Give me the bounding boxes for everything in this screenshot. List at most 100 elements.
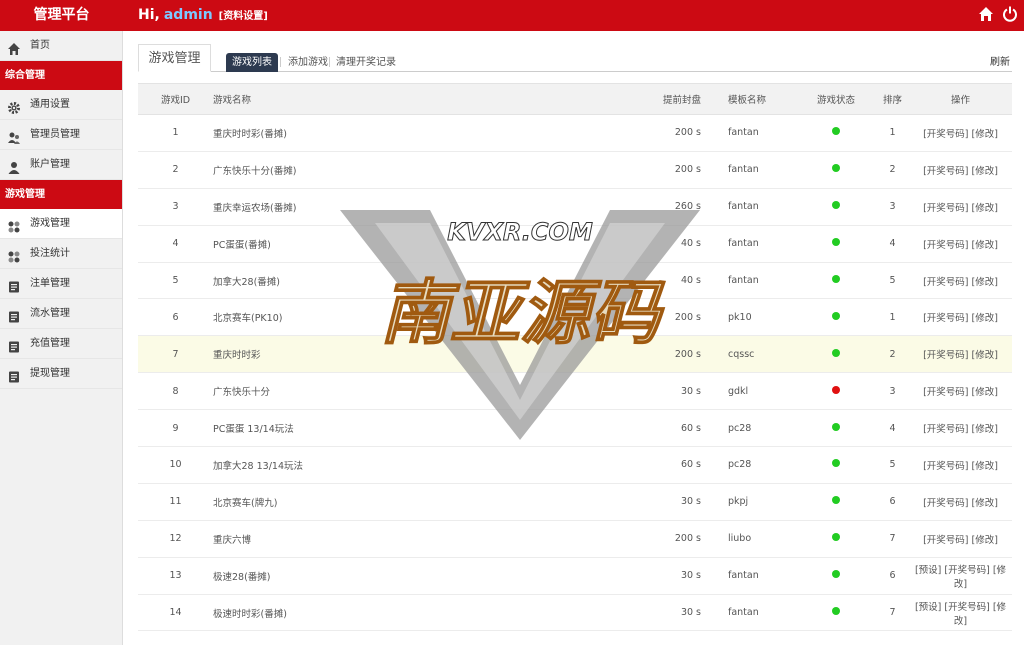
cell-template: cqssc: [701, 335, 796, 374]
cell-actions[interactable]: [开奖号码] [修改]: [909, 225, 1012, 263]
status-dot-icon[interactable]: [832, 459, 840, 468]
cell-close-time: 40 s: [641, 225, 701, 263]
cell-game-id: 12: [138, 520, 213, 558]
cell-actions[interactable]: [预设] [开奖号码] [修改]: [909, 594, 1012, 632]
home-icon[interactable]: [978, 6, 994, 22]
cell-actions[interactable]: [开奖号码] [修改]: [909, 483, 1012, 521]
cell-actions[interactable]: [开奖号码] [修改]: [909, 298, 1012, 337]
cell-game-name: 北京赛车(PK10): [213, 298, 641, 337]
status-dot-icon[interactable]: [832, 422, 840, 431]
cell-actions[interactable]: [开奖号码] [修改]: [909, 151, 1012, 189]
brand-title: 管理平台: [33, 7, 90, 23]
sidebar-item-account-management[interactable]: 账户管理: [0, 150, 122, 180]
refresh-link[interactable]: 刷新: [990, 53, 1010, 68]
subtab-add-game[interactable]: 添加游戏: [288, 53, 328, 72]
power-icon[interactable]: [1002, 6, 1018, 22]
status-dot-icon[interactable]: [832, 607, 840, 616]
cell-actions[interactable]: [开奖号码] [修改]: [909, 262, 1012, 300]
sidebar-item-bet-stats[interactable]: 投注统计: [0, 239, 122, 269]
cell-status[interactable]: [796, 262, 876, 300]
cell-game-id: 11: [138, 483, 213, 521]
sidebar-item-label: 通用设置: [30, 99, 70, 110]
list-icon: [7, 367, 21, 383]
cell-status[interactable]: [796, 594, 876, 632]
status-dot-icon[interactable]: [832, 385, 840, 394]
status-dot-icon[interactable]: [832, 311, 840, 320]
cell-sort: 7: [876, 520, 909, 558]
cell-game-id: 13: [138, 557, 213, 595]
cell-status[interactable]: [796, 114, 876, 152]
table-row: 1 重庆时时彩(番摊) 200 s fantan 1 [开奖号码] [修改]: [138, 114, 1012, 152]
cell-status[interactable]: [796, 335, 876, 374]
table-row: 10 加拿大28 13/14玩法 60 s pc28 5 [开奖号码] [修改]: [138, 446, 1012, 484]
cell-sort: 1: [876, 298, 909, 337]
sidebar-item-admin-management[interactable]: 管理员管理: [0, 120, 122, 150]
profile-settings-link[interactable]: [资料设置]: [219, 11, 268, 22]
table-row: 14 极速时时彩(番摊) 30 s fantan 7 [预设] [开奖号码] [修改]: [138, 594, 1012, 632]
status-dot-icon[interactable]: [832, 533, 840, 542]
cell-status[interactable]: [796, 446, 876, 484]
sidebar-item-label: 投注统计: [30, 248, 70, 259]
cell-status[interactable]: [796, 151, 876, 189]
table-row: 6 北京赛车(PK10) 200 s pk10 1 [开奖号码] [修改]: [138, 298, 1012, 337]
cell-sort: 3: [876, 372, 909, 411]
username-link[interactable]: admin: [164, 7, 213, 23]
cell-actions[interactable]: [开奖号码] [修改]: [909, 372, 1012, 411]
cell-template: fantan: [701, 262, 796, 300]
cell-game-id: 2: [138, 151, 213, 189]
tab-game-management[interactable]: 游戏管理: [138, 44, 211, 72]
cell-actions[interactable]: [开奖号码] [修改]: [909, 335, 1012, 374]
cell-status[interactable]: [796, 557, 876, 595]
cell-status[interactable]: [796, 225, 876, 263]
sidebar-item-label: 注单管理: [30, 278, 70, 289]
cell-template: fantan: [701, 114, 796, 152]
cell-close-time: 30 s: [641, 483, 701, 521]
status-dot-icon[interactable]: [832, 201, 840, 210]
cell-game-id: 5: [138, 262, 213, 300]
table-row: 5 加拿大28(番摊) 40 s fantan 5 [开奖号码] [修改]: [138, 262, 1012, 300]
cell-close-time: 30 s: [641, 372, 701, 411]
status-dot-icon[interactable]: [832, 238, 840, 247]
subtab-game-list[interactable]: 游戏列表: [226, 53, 278, 72]
cell-close-time: 200 s: [641, 520, 701, 558]
cell-status[interactable]: [796, 520, 876, 558]
cell-status[interactable]: [796, 372, 876, 411]
sidebar-item-withdrawals[interactable]: 提现管理: [0, 359, 122, 389]
cell-status[interactable]: [796, 188, 876, 226]
sidebar-item-general-settings[interactable]: 通用设置: [0, 90, 122, 120]
cell-actions[interactable]: [预设] [开奖号码] [修改]: [909, 557, 1012, 595]
cell-game-name: 重庆幸运农场(番摊): [213, 188, 641, 226]
status-dot-icon[interactable]: [832, 164, 840, 173]
cell-actions[interactable]: [开奖号码] [修改]: [909, 520, 1012, 558]
subtab-clear-records[interactable]: 清理开奖记录: [336, 53, 396, 72]
sidebar-item-deposits[interactable]: 充值管理: [0, 329, 122, 359]
cell-game-id: 6: [138, 298, 213, 337]
cell-status[interactable]: [796, 409, 876, 448]
sidebar-item-home[interactable]: 首页: [0, 31, 122, 61]
cell-status[interactable]: [796, 483, 876, 521]
cell-game-name: 加拿大28 13/14玩法: [213, 446, 641, 484]
status-dot-icon[interactable]: [832, 348, 840, 357]
cell-template: gdkl: [701, 372, 796, 411]
cell-actions[interactable]: [开奖号码] [修改]: [909, 409, 1012, 448]
sidebar-item-transactions[interactable]: 流水管理: [0, 299, 122, 329]
sidebar-item-label: 首页: [30, 40, 50, 51]
cell-close-time: 200 s: [641, 298, 701, 337]
cell-game-id: 9: [138, 409, 213, 448]
list-icon: [7, 337, 21, 353]
cell-template: liubo: [701, 520, 796, 558]
cell-actions[interactable]: [开奖号码] [修改]: [909, 446, 1012, 484]
cell-actions[interactable]: [开奖号码] [修改]: [909, 114, 1012, 152]
game-icon: [7, 217, 21, 233]
cell-close-time: 260 s: [641, 188, 701, 226]
cell-actions[interactable]: [开奖号码] [修改]: [909, 188, 1012, 226]
status-dot-icon[interactable]: [832, 570, 840, 579]
cell-template: fantan: [701, 557, 796, 595]
status-dot-icon[interactable]: [832, 127, 840, 136]
sidebar-item-orders[interactable]: 注单管理: [0, 269, 122, 299]
table-header-row: 游戏ID 游戏名称 提前封盘 模板名称 游戏状态 排序 操作: [138, 83, 1012, 115]
cell-status[interactable]: [796, 298, 876, 337]
status-dot-icon[interactable]: [832, 496, 840, 505]
sidebar-item-game-management[interactable]: 游戏管理: [0, 209, 122, 239]
status-dot-icon[interactable]: [832, 275, 840, 283]
